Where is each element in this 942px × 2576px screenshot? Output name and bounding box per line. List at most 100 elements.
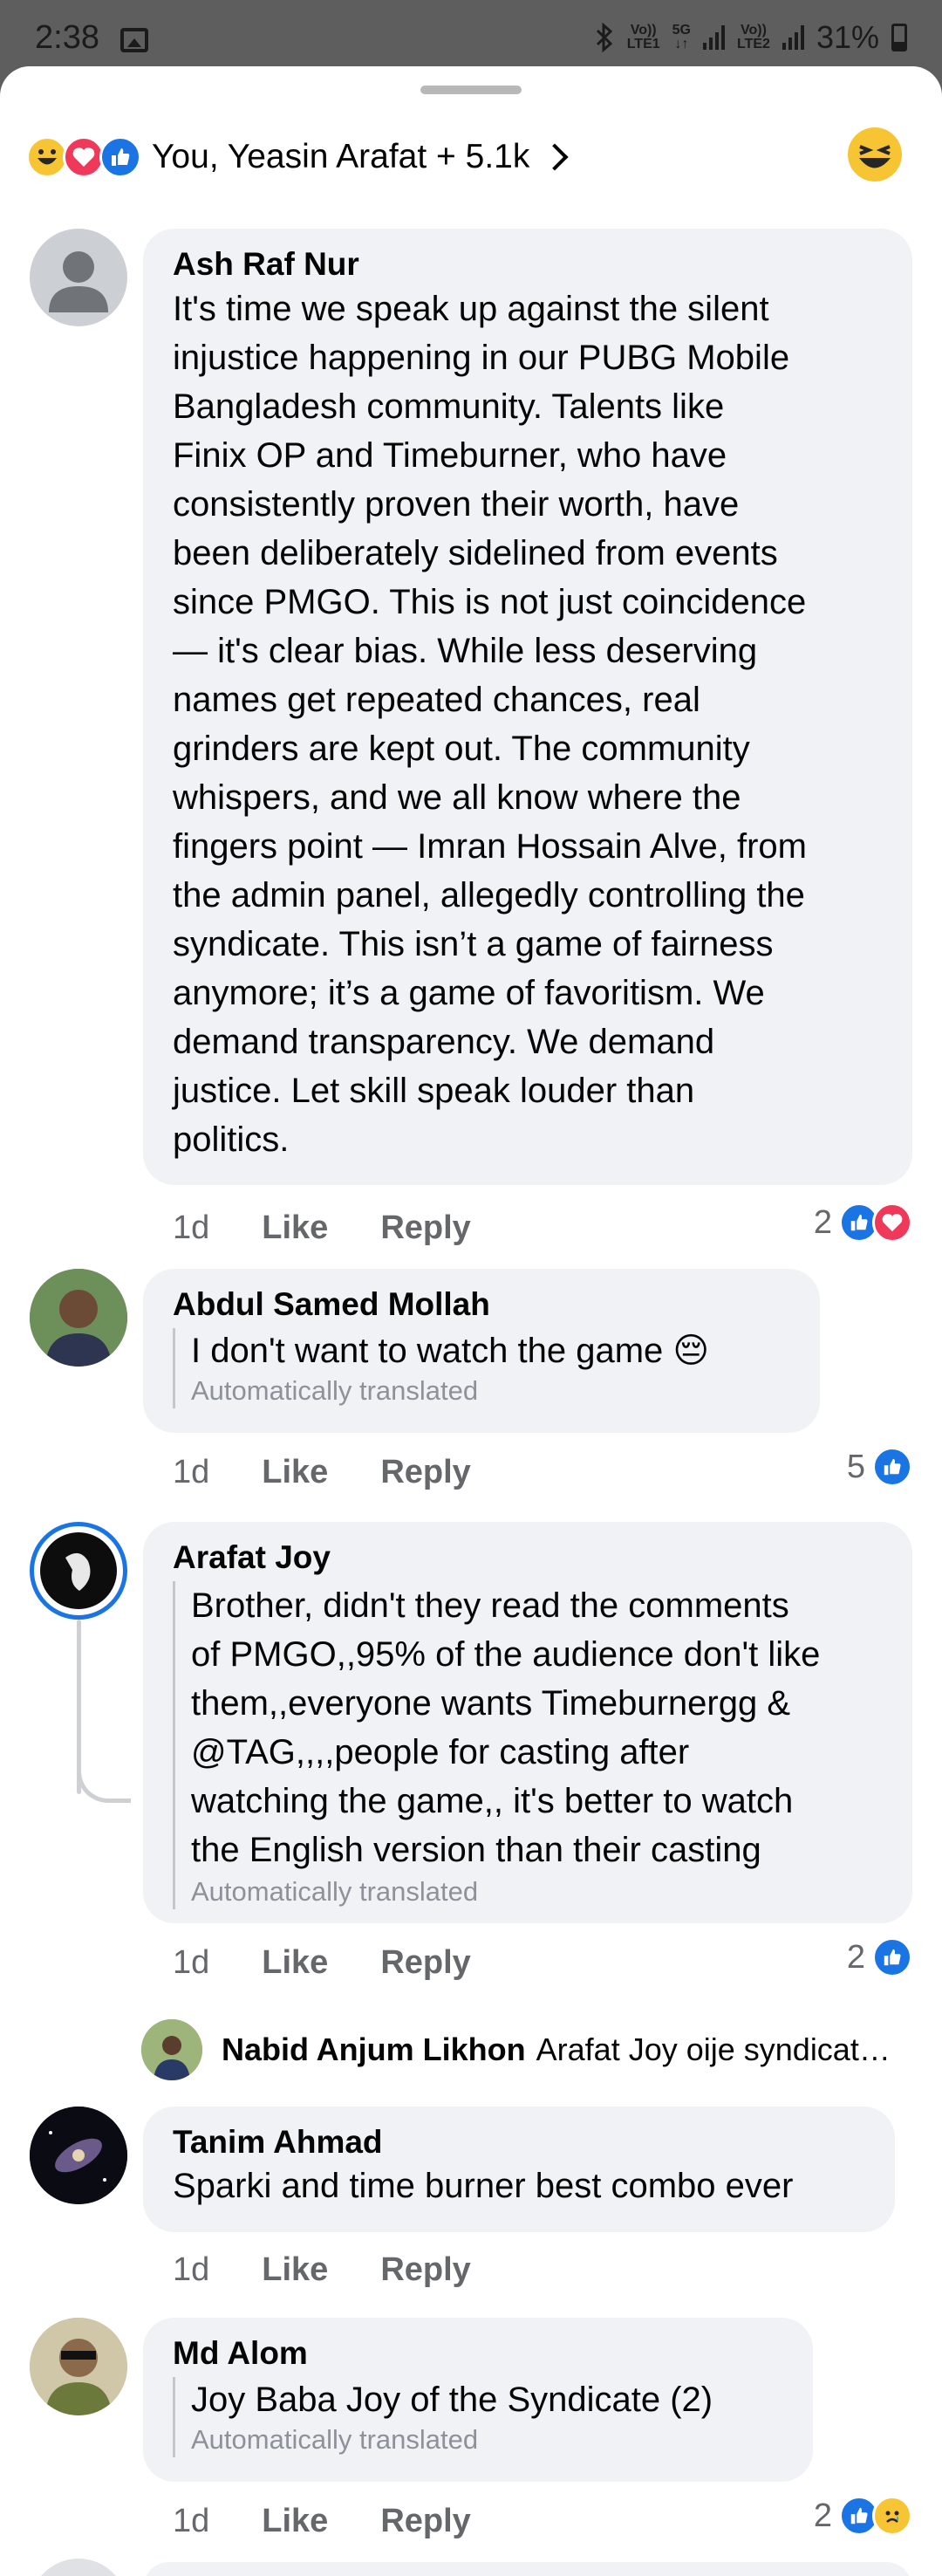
comments-sheet: You, Yeasin Arafat + 5.1k Ash Raf Nur It… bbox=[0, 66, 942, 2576]
haha-reaction-button-icon[interactable] bbox=[848, 127, 902, 182]
comment-reactions[interactable]: 2 bbox=[814, 1202, 912, 1243]
comment-bubble[interactable]: Arafat Joy Brother, didn't they read the… bbox=[143, 1522, 912, 1923]
comment-text-line: — it's clear bias. While less deserving bbox=[173, 632, 758, 670]
avatar bbox=[141, 2019, 202, 2080]
like-button[interactable]: Like bbox=[262, 1454, 328, 1491]
commenter-name[interactable]: Tanim Ahmad bbox=[173, 2122, 865, 2162]
sad-reaction-icon bbox=[872, 2496, 912, 2536]
reply-button[interactable]: Reply bbox=[380, 1454, 470, 1491]
comment-text-line: watching the game,, it's better to watch bbox=[191, 1782, 794, 1820]
comment-bubble[interactable]: Md Alom Joy Baba Joy of the Syndicate (2… bbox=[143, 2318, 813, 2482]
comment-time: 1d bbox=[173, 2503, 210, 2539]
avatar[interactable] bbox=[30, 2318, 127, 2415]
reaction-count: 2 bbox=[846, 1938, 865, 1976]
comment-text-line: the English version than their casting bbox=[191, 1831, 761, 1869]
status-bar: 2:38 Vo)) LTE1 5G ↓↑ Vo)) LTE2 31% bbox=[0, 0, 942, 66]
love-reaction-icon bbox=[872, 1202, 912, 1243]
comment-bubble[interactable]: Tanim Ahmad Sparki and time burner best … bbox=[143, 2107, 895, 2232]
status-indicators: Vo)) LTE1 5G ↓↑ Vo)) LTE2 31% bbox=[594, 19, 907, 56]
sim2-network-label: Vo)) LTE2 bbox=[737, 23, 770, 51]
comment-text: Sparki and time burner best combo ever bbox=[173, 2167, 794, 2205]
comment-time: 1d bbox=[173, 2251, 210, 2288]
comment-text-line: politics. bbox=[173, 1120, 290, 1159]
like-button[interactable]: Like bbox=[262, 1944, 328, 1982]
reactors-names: You, Yeasin Arafat + 5.1k bbox=[152, 138, 530, 175]
comment-text: Joy Baba Joy of the Syndicate (2) bbox=[191, 2381, 713, 2419]
avatar[interactable] bbox=[30, 229, 127, 326]
comment-text-line: them,,everyone wants Timeburnergg & bbox=[191, 1684, 791, 1723]
reply-button[interactable]: Reply bbox=[380, 1209, 470, 1247]
comment-text-line: demand transparency. We demand bbox=[173, 1023, 715, 1061]
reactions-summary[interactable]: You, Yeasin Arafat + 5.1k bbox=[26, 129, 569, 185]
like-button[interactable]: Like bbox=[262, 2503, 328, 2540]
comment-reactions[interactable]: 2 bbox=[814, 2496, 912, 2536]
reply-preview[interactable]: Nabid Anjum Likhon Arafat Joy oije syndi… bbox=[141, 2019, 891, 2080]
reply-button[interactable]: Reply bbox=[380, 2251, 470, 2289]
comment-reactions[interactable]: 2 bbox=[847, 1937, 912, 1977]
translated-block: Joy Baba Joy of the Syndicate (2) Automa… bbox=[173, 2377, 783, 2457]
translation-note[interactable]: Automatically translated bbox=[191, 1374, 790, 1408]
comment-actions: 1d Like Reply bbox=[173, 1209, 471, 1247]
avatar[interactable] bbox=[30, 2107, 127, 2204]
comment-reactions[interactable]: 5 bbox=[847, 1447, 912, 1487]
thread-connector bbox=[77, 1759, 131, 1803]
comment-text: Brother, didn't they read the comments of… bbox=[191, 1581, 883, 1874]
chevron-right-icon bbox=[541, 143, 569, 171]
like-reaction-icon bbox=[872, 1447, 912, 1487]
comment-text-line: It's time we speak up against the silent bbox=[173, 290, 769, 328]
comment-text-line: consistently proven their worth, have bbox=[173, 485, 740, 524]
like-button[interactable]: Like bbox=[262, 2251, 328, 2289]
comment-text: It's time we speak up against the silent… bbox=[173, 284, 883, 1164]
reply-button[interactable]: Reply bbox=[380, 2503, 470, 2540]
like-reaction-icon bbox=[872, 1937, 912, 1977]
bluetooth-icon bbox=[596, 23, 612, 52]
reaction-count: 2 bbox=[813, 2497, 832, 2534]
reaction-count: 2 bbox=[813, 1203, 832, 1241]
comment-text-line: whispers, and we all know where the bbox=[173, 778, 741, 817]
gallery-notification-icon bbox=[120, 28, 148, 52]
like-button[interactable]: Like bbox=[262, 1209, 328, 1247]
comment-text-line: the admin panel, allegedly controlling t… bbox=[173, 876, 805, 915]
comment-text-line: names get repeated chances, real bbox=[173, 681, 700, 719]
drag-handle[interactable] bbox=[420, 86, 522, 94]
commenter-name[interactable]: Abdul Samed Mollah bbox=[173, 1285, 790, 1325]
translation-note[interactable]: Automatically translated bbox=[191, 1874, 883, 1909]
comment-text-line: since PMGO. This is not just coincidence bbox=[173, 583, 807, 621]
avatar[interactable] bbox=[30, 2559, 127, 2576]
comment-actions: 1d Like Reply bbox=[173, 2251, 471, 2289]
haha-reaction-icon bbox=[26, 136, 68, 178]
comment-text-line: syndicate. This isn’t a game of fairness bbox=[173, 925, 774, 963]
status-time: 2:38 bbox=[35, 19, 99, 56]
comment-actions: 1d Like Reply bbox=[173, 2503, 471, 2540]
reply-author[interactable]: Nabid Anjum Likhon bbox=[222, 2031, 526, 2068]
reply-button[interactable]: Reply bbox=[380, 1944, 470, 1982]
comment-bubble[interactable] bbox=[143, 2562, 912, 2576]
translation-note[interactable]: Automatically translated bbox=[191, 2422, 783, 2457]
avatar[interactable] bbox=[30, 1522, 127, 1620]
comment-bubble[interactable]: Ash Raf Nur It's time we speak up agains… bbox=[143, 229, 912, 1185]
comment-text-line: grinders are kept out. The community bbox=[173, 730, 750, 768]
comment-text-line: Brother, didn't they read the comments bbox=[191, 1586, 789, 1625]
battery-icon bbox=[891, 24, 907, 51]
commenter-name[interactable]: Ash Raf Nur bbox=[173, 244, 883, 284]
comment-text-line: of PMGO,,95% of the audience don't like bbox=[191, 1635, 821, 1674]
comment-text-line: fingers point — Imran Hossain Alve, from bbox=[173, 827, 807, 866]
comment-bubble[interactable]: Abdul Samed Mollah I don't want to watch… bbox=[143, 1269, 820, 1433]
translated-block: I don't want to watch the game 😔 Automat… bbox=[173, 1328, 790, 1408]
comment-text-line: Bangladesh community. Talents like bbox=[173, 387, 725, 426]
comment-text-line: @TAG,,,,people for casting after bbox=[191, 1733, 690, 1771]
avatar[interactable] bbox=[30, 1269, 127, 1367]
comment-actions: 1d Like Reply bbox=[173, 1454, 471, 1491]
commenter-name[interactable]: Md Alom bbox=[173, 2333, 783, 2374]
comment-time: 1d bbox=[173, 1944, 210, 1981]
comment-actions: 1d Like Reply bbox=[173, 1944, 471, 1982]
translated-block: Brother, didn't they read the comments of… bbox=[173, 1581, 883, 1909]
comment-text-line: injustice happening in our PUBG Mobile bbox=[173, 339, 790, 377]
reply-snippet: Arafat Joy oije syndicat… bbox=[536, 2031, 891, 2067]
signal-bars-2-icon bbox=[782, 25, 804, 50]
comment-time: 1d bbox=[173, 1209, 210, 1246]
battery-percent: 31% bbox=[816, 19, 879, 55]
comment-text-line: justice. Let skill speak louder than bbox=[173, 1072, 695, 1110]
commenter-name[interactable]: Arafat Joy bbox=[173, 1538, 883, 1578]
love-reaction-icon bbox=[63, 136, 105, 178]
